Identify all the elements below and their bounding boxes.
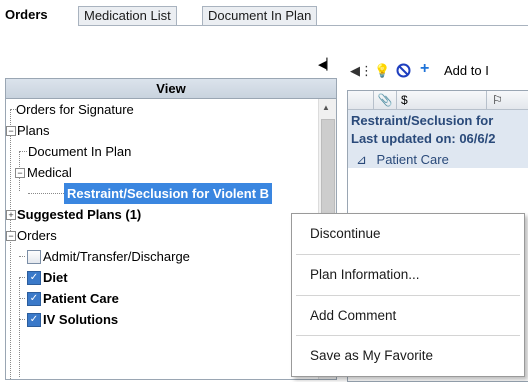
add-icon[interactable]: + <box>420 61 429 77</box>
plan-summary: Restraint/Seclusion for Last updated on:… <box>348 110 528 168</box>
scroll-up-icon[interactable]: ▲ <box>322 103 330 112</box>
view-header: View <box>6 79 336 99</box>
tree-item-plans[interactable]: − Plans <box>6 120 318 141</box>
tree-item-orders-for-signature[interactable]: Orders for Signature <box>6 99 318 120</box>
attachment-column-icon[interactable]: 📎 <box>374 91 397 109</box>
menu-item-add-comment[interactable]: Add Comment <box>292 296 524 336</box>
tree-item-medical[interactable]: − Medical <box>6 162 318 183</box>
collapse-triangle-icon[interactable]: ⊿ <box>356 152 367 167</box>
menu-item-plan-information[interactable]: Plan Information... <box>292 255 524 295</box>
menu-item-discontinue[interactable]: Discontinue <box>292 214 524 254</box>
tree-item-suggested-plans[interactable]: + Suggested Plans (1) <box>6 204 318 225</box>
collapse-icon[interactable]: − <box>15 168 25 178</box>
flag-column-icon[interactable]: ⚐ <box>488 91 528 109</box>
selected-plan-label: Restraint/Seclusion for Violent B <box>64 183 273 204</box>
grid-header: 📎 $ ⚐ <box>348 91 528 110</box>
collapse-icon[interactable]: − <box>6 231 16 241</box>
tree-item-orders[interactable]: − Orders <box>6 225 318 246</box>
checkbox-admit[interactable] <box>27 250 41 264</box>
expand-icon[interactable]: + <box>6 210 16 220</box>
tree-item-admit-transfer-discharge[interactable]: Admit/Transfer/Discharge <box>6 246 318 267</box>
add-to-plan-button[interactable]: Add to I <box>444 63 489 78</box>
context-menu: Discontinue Plan Information... Add Comm… <box>291 213 525 377</box>
view-tree: Orders for Signature − Plans Document In… <box>6 99 318 379</box>
tree-item-iv-solutions[interactable]: ✓ IV Solutions <box>6 309 318 330</box>
menu-item-save-as-favorite[interactable]: Save as My Favorite <box>292 336 524 376</box>
lightbulb-icon[interactable]: 💡 <box>374 63 390 79</box>
tab-document-in-plan[interactable]: Document In Plan <box>202 6 318 25</box>
tab-underline <box>78 25 528 26</box>
tree-item-diet[interactable]: ✓ Diet <box>6 267 318 288</box>
collapse-icon[interactable]: − <box>6 126 16 136</box>
checkbox-patient-care[interactable]: ✓ <box>27 292 41 306</box>
tree-item-restraint-seclusion[interactable]: Restraint/Seclusion for Violent B <box>6 183 318 204</box>
checkbox-diet[interactable]: ✓ <box>27 271 41 285</box>
prohibit-icon[interactable] <box>396 63 411 82</box>
tab-bar: Orders Medication List Document In Plan <box>0 0 528 26</box>
plan-updated: Last updated on: 06/6/2 <box>351 131 496 146</box>
tree-item-patient-care[interactable]: ✓ Patient Care <box>6 288 318 309</box>
collapse-panel-icon[interactable]: ◀▏ <box>318 58 335 72</box>
tab-medication-list[interactable]: Medication List <box>78 6 177 25</box>
plan-title: Restraint/Seclusion for <box>351 113 494 128</box>
view-tree-panel: View Orders for Signature − Plans Docume… <box>5 78 337 380</box>
speaker-icon[interactable]: ◀⋮ <box>350 63 373 79</box>
orders-toolbar: ◀⋮ 💡 + Add to I <box>350 60 528 82</box>
section-patient-care[interactable]: ⊿ Patient Care <box>356 152 449 168</box>
tab-orders[interactable]: Orders <box>0 5 53 25</box>
checkbox-iv-solutions[interactable]: ✓ <box>27 313 41 327</box>
tree-item-document-in-plan[interactable]: Document In Plan <box>6 141 318 162</box>
price-column-header[interactable]: $ <box>397 91 487 109</box>
